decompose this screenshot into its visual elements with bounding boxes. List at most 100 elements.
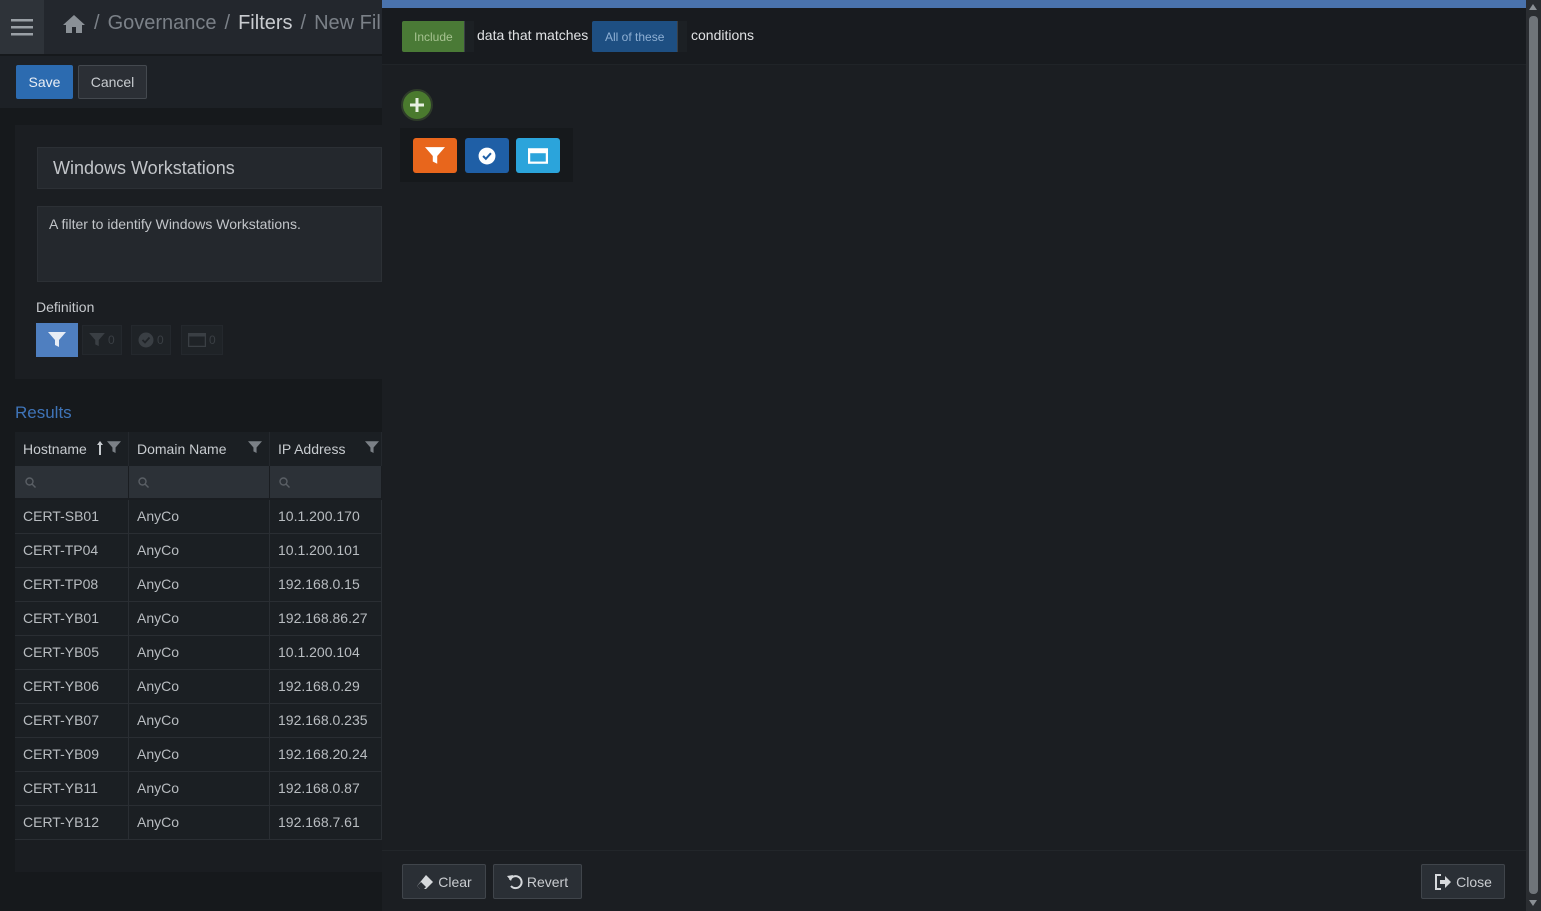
definition-window-count[interactable]: 0 [181,325,223,355]
column-header-ip-address[interactable]: IP Address [270,432,382,466]
filter-icon [48,332,66,347]
hostname-cell: CERT-TP04 [15,534,129,567]
domain-cell: AnyCo [129,772,270,805]
table-row[interactable]: CERT-YB07 AnyCo 192.168.0.235 [15,704,382,738]
sign-out-icon [1435,873,1452,890]
add-filter-condition-button[interactable] [413,138,457,173]
column-header-hostname[interactable]: Hostname [15,432,129,466]
eraser-icon [417,874,434,889]
domain-cell: AnyCo [129,806,270,839]
definition-check-count[interactable]: 0 [131,325,171,355]
domain-cell: AnyCo [129,738,270,771]
condition-text-middle: data that matches [477,27,589,43]
table-row[interactable]: CERT-TP08 AnyCo 192.168.0.15 [15,568,382,602]
table-row[interactable]: CERT-YB09 AnyCo 192.168.20.24 [15,738,382,772]
ip-cell: 192.168.0.87 [270,772,382,805]
domain-search-input[interactable] [129,466,270,498]
table-row[interactable]: CERT-YB06 AnyCo 192.168.0.29 [15,670,382,704]
save-button[interactable]: Save [16,65,73,99]
domain-cell: AnyCo [129,602,270,635]
home-icon[interactable] [62,14,86,34]
page-scrollbar[interactable] [1526,0,1541,911]
results-grid: Hostname Domain Name IP Address CERT-SB0… [15,432,382,872]
ip-cell: 192.168.0.29 [270,670,382,703]
results-title: Results [15,403,72,422]
cancel-button[interactable]: Cancel [78,65,147,99]
column-header-domain-name[interactable]: Domain Name [129,432,270,466]
hostname-cell: CERT-YB09 [15,738,129,771]
ip-cell: 192.168.20.24 [270,738,382,771]
panel-accent-bar [382,0,1526,8]
ip-search-input[interactable] [270,466,382,498]
clear-button[interactable]: Clear [402,864,486,899]
search-icon [25,477,36,488]
revert-button[interactable]: Revert [493,864,582,899]
panel-footer: Clear Revert Close [382,850,1526,911]
menu-icon [11,19,33,36]
condition-bar: Include data that matches All of these c… [382,8,1526,65]
add-condition-button[interactable] [401,89,433,121]
ip-cell: 10.1.200.170 [270,500,382,533]
ip-cell: 192.168.86.27 [270,602,382,635]
column-filter-icon[interactable] [107,441,121,454]
filter-name-field[interactable]: Windows Workstations [37,147,382,189]
ip-cell: 192.168.0.235 [270,704,382,737]
include-toggle[interactable]: Include [402,21,474,52]
breadcrumb: / Governance / Filters / New Fil [62,12,381,35]
breadcrumb-governance[interactable]: Governance [108,12,217,35]
match-mode-toggle[interactable]: All of these [592,21,687,52]
window-icon [188,333,206,347]
scroll-up-arrow[interactable] [1529,4,1537,10]
table-row[interactable]: CERT-YB11 AnyCo 192.168.0.87 [15,772,382,806]
add-window-condition-button[interactable] [516,138,560,173]
definition-filter-button[interactable] [36,323,78,357]
undo-icon [506,874,523,889]
table-row[interactable]: CERT-YB01 AnyCo 192.168.86.27 [15,602,382,636]
hostname-cell: CERT-YB05 [15,636,129,669]
domain-cell: AnyCo [129,670,270,703]
close-button[interactable]: Close [1421,864,1505,899]
column-filter-icon[interactable] [248,441,262,454]
filter-description-field[interactable]: A filter to identify Windows Workstation… [37,206,382,282]
hostname-cell: CERT-YB06 [15,670,129,703]
plus-icon [410,98,424,112]
scrollbar-thumb[interactable] [1529,16,1538,894]
hostname-cell: CERT-SB01 [15,500,129,533]
column-filter-icon[interactable] [365,441,379,454]
hostname-cell: CERT-TP08 [15,568,129,601]
hostname-cell: CERT-YB07 [15,704,129,737]
filter-icon [425,146,445,164]
breadcrumb-current: New Fil [314,12,381,34]
add-check-condition-button[interactable] [465,138,509,173]
scroll-down-arrow[interactable] [1529,900,1537,906]
check-circle-icon [138,332,154,348]
table-row[interactable]: CERT-SB01 AnyCo 10.1.200.170 [15,500,382,534]
condition-text-end: conditions [691,27,755,43]
domain-cell: AnyCo [129,534,270,567]
hostname-search-input[interactable] [15,466,129,498]
hostname-cell: CERT-YB01 [15,602,129,635]
ip-cell: 10.1.200.104 [270,636,382,669]
condition-type-tray [400,128,573,182]
hostname-cell: CERT-YB11 [15,772,129,805]
ip-cell: 192.168.0.15 [270,568,382,601]
table-row[interactable]: CERT-YB12 AnyCo 192.168.7.61 [15,806,382,840]
sort-asc-icon[interactable] [97,441,103,455]
definition-filter-count[interactable]: 0 [82,325,122,355]
filter-definition-panel: Include data that matches All of these c… [382,0,1526,911]
menu-button[interactable] [0,0,44,54]
table-row[interactable]: CERT-TP04 AnyCo 10.1.200.101 [15,534,382,568]
definition-label: Definition [36,299,95,315]
check-circle-icon [478,147,496,164]
domain-cell: AnyCo [129,500,270,533]
ip-cell: 192.168.7.61 [270,806,382,839]
table-row[interactable]: CERT-YB05 AnyCo 10.1.200.104 [15,636,382,670]
domain-cell: AnyCo [129,568,270,601]
search-icon [279,477,290,488]
hostname-cell: CERT-YB12 [15,806,129,839]
window-icon [528,147,548,164]
search-icon [138,477,149,488]
domain-cell: AnyCo [129,704,270,737]
ip-cell: 10.1.200.101 [270,534,382,567]
breadcrumb-filters[interactable]: Filters [238,12,292,35]
